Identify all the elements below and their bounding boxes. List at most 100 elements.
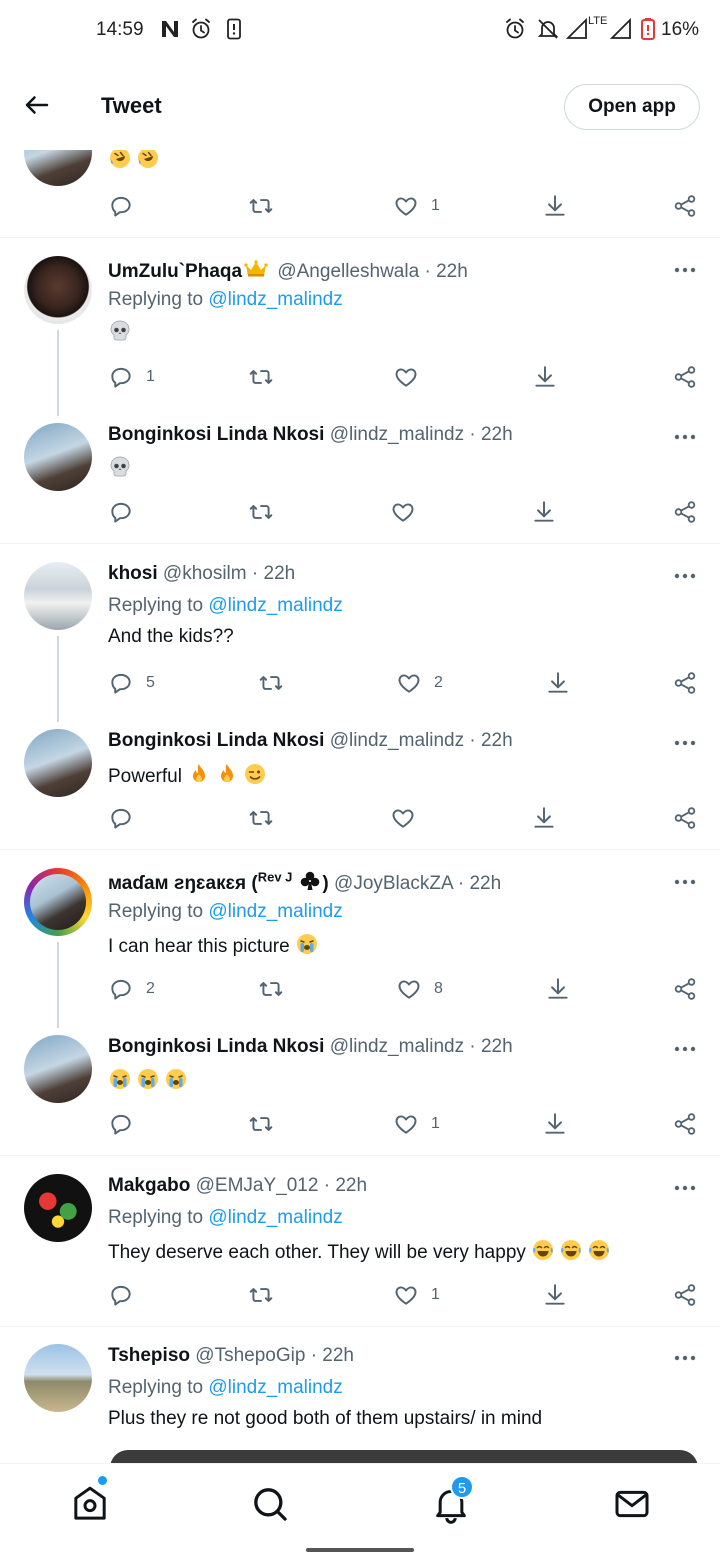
download-button[interactable] <box>545 668 571 698</box>
like-button[interactable]: 8 <box>396 974 443 1004</box>
user-handle[interactable]: @Angelleshwala <box>277 261 419 282</box>
like-button[interactable]: 1 <box>393 191 440 221</box>
user-handle[interactable]: @lindz_malindz <box>330 1036 464 1057</box>
user-handle[interactable]: @lindz_malindz <box>330 424 464 445</box>
share-button[interactable] <box>672 803 698 833</box>
tweet-time[interactable]: 22h <box>322 1345 354 1366</box>
tweet-time[interactable]: 22h <box>481 730 513 751</box>
reply-to-link[interactable]: @lindz_malindz <box>208 595 342 616</box>
reply-to-link[interactable]: @lindz_malindz <box>208 289 342 310</box>
like-button[interactable]: 1 <box>393 1109 440 1139</box>
reply-button[interactable] <box>108 1109 134 1139</box>
tweet-time[interactable]: 22h <box>436 261 468 282</box>
retweet-button[interactable] <box>248 191 274 221</box>
like-button[interactable] <box>390 497 416 527</box>
avatar[interactable] <box>24 1035 92 1103</box>
reply-button[interactable] <box>108 191 134 221</box>
user-name[interactable]: Tshepiso <box>108 1345 190 1366</box>
user-handle[interactable]: @JoyBlackZA <box>334 873 453 894</box>
download-button[interactable] <box>531 497 557 527</box>
like-button[interactable] <box>393 362 419 392</box>
share-button[interactable] <box>672 362 698 392</box>
share-button[interactable] <box>672 191 698 221</box>
reply-to-link[interactable]: @lindz_malindz <box>208 1377 342 1398</box>
more-icon[interactable] <box>672 1178 698 1198</box>
separator: · <box>251 563 259 584</box>
avatar[interactable] <box>24 1174 92 1242</box>
like-button[interactable]: 2 <box>396 668 443 698</box>
tweet-text-content: Powerful <box>108 766 182 787</box>
reply-button[interactable] <box>108 1280 134 1310</box>
reply-button[interactable]: 1 <box>108 362 155 392</box>
reply-button[interactable] <box>108 803 134 833</box>
avatar[interactable] <box>24 423 92 491</box>
retweet-button[interactable] <box>248 362 274 392</box>
share-button[interactable] <box>672 1280 698 1310</box>
tweet-time[interactable]: 22h <box>481 424 513 445</box>
mail-icon[interactable] <box>612 1484 652 1524</box>
search-icon[interactable] <box>250 1484 290 1524</box>
user-name[interactable]: Makgabo <box>108 1175 190 1196</box>
share-button[interactable] <box>672 668 698 698</box>
download-button[interactable] <box>531 803 557 833</box>
home-icon[interactable] <box>70 1484 110 1524</box>
reply-button[interactable] <box>108 497 134 527</box>
tweet-text <box>108 319 136 345</box>
open-app-button[interactable]: Open app <box>564 84 700 130</box>
tweet-time[interactable]: 22h <box>335 1175 367 1196</box>
separator: · <box>469 730 476 751</box>
retweet-button[interactable] <box>248 1109 274 1139</box>
user-name[interactable]: маɗам ƨŋɛакɛя ( <box>108 873 258 894</box>
user-name[interactable]: Bonginkosi Linda Nkosi <box>108 1036 324 1057</box>
tweet-time[interactable]: 22h <box>264 563 296 584</box>
tweet-time[interactable]: 22h <box>481 1036 513 1057</box>
retweet-button[interactable] <box>258 974 284 1004</box>
tweet-time[interactable]: 22h <box>469 873 501 894</box>
user-name[interactable]: Bonginkosi Linda Nkosi <box>108 730 324 751</box>
like-button[interactable]: 1 <box>393 1280 440 1310</box>
user-name[interactable]: Bonginkosi Linda Nkosi <box>108 424 324 445</box>
more-icon[interactable] <box>672 872 698 892</box>
reply-icon <box>108 976 134 1002</box>
gesture-bar[interactable] <box>306 1548 414 1552</box>
reply-button[interactable]: 2 <box>108 974 155 1004</box>
avatar[interactable] <box>24 256 92 324</box>
muted-bell-icon <box>537 19 559 39</box>
retweet-button[interactable] <box>248 803 274 833</box>
retweet-button[interactable] <box>258 668 284 698</box>
more-icon[interactable] <box>672 427 698 447</box>
avatar[interactable] <box>24 562 92 630</box>
avatar[interactable] <box>24 1344 92 1412</box>
more-icon[interactable] <box>672 566 698 586</box>
divider <box>0 237 720 238</box>
user-handle[interactable]: @khosilm <box>163 563 247 584</box>
reply-to-link[interactable]: @lindz_malindz <box>208 1207 342 1228</box>
download-button[interactable] <box>545 974 571 1004</box>
user-handle[interactable]: @lindz_malindz <box>330 730 464 751</box>
share-button[interactable] <box>672 497 698 527</box>
user-handle[interactable]: @TshepoGip <box>195 1345 305 1366</box>
user-name[interactable]: UmZulu`Phaqa <box>108 261 242 282</box>
download-button[interactable] <box>532 362 558 392</box>
user-handle[interactable]: @EMJaY_012 <box>196 1175 319 1196</box>
download-button[interactable] <box>542 1109 568 1139</box>
more-icon[interactable] <box>672 733 698 753</box>
share-button[interactable] <box>672 974 698 1004</box>
download-button[interactable] <box>542 1280 568 1310</box>
user-name[interactable]: khosi <box>108 563 158 584</box>
download-button[interactable] <box>542 191 568 221</box>
fire-emoji-icon <box>215 762 239 786</box>
retweet-button[interactable] <box>248 1280 274 1310</box>
reply-button[interactable]: 5 <box>108 668 155 698</box>
reply-to-link[interactable]: @lindz_malindz <box>208 901 342 922</box>
share-button[interactable] <box>672 1109 698 1139</box>
more-icon[interactable] <box>672 1348 698 1368</box>
retweet-button[interactable] <box>248 497 274 527</box>
avatar[interactable] <box>24 868 92 936</box>
like-button[interactable] <box>390 803 416 833</box>
more-icon[interactable] <box>672 1039 698 1059</box>
back-arrow-icon[interactable] <box>22 90 52 120</box>
more-icon[interactable] <box>672 260 698 280</box>
share-icon <box>672 670 698 696</box>
avatar[interactable] <box>24 729 92 797</box>
